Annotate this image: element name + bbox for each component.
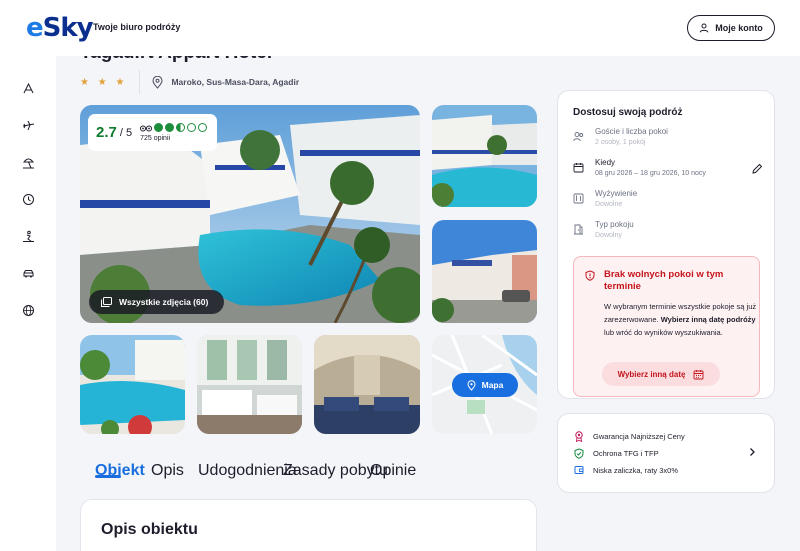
alert-text: W wybranym terminie wszystkie pokoje są …: [604, 302, 757, 337]
guests-rooms-selector[interactable]: Goście i liczba pokoi 2 osoby, 1 pokój: [573, 127, 763, 153]
location-pin-icon: [152, 75, 163, 89]
edit-pencil-icon[interactable]: [751, 163, 763, 175]
esky-logo[interactable]: eSky: [26, 13, 94, 43]
benefit-low-deposit: Niska zaliczka, raty 3x0%: [574, 464, 678, 476]
wallet-icon: [574, 466, 584, 474]
location-pin-icon: [467, 379, 476, 391]
car-icon[interactable]: [20, 265, 36, 281]
dates-selector[interactable]: Kiedy 08 gru 2026 – 18 gru 2026, 10 nocy: [573, 158, 763, 184]
no-availability-alert: Brak wolnych pokoi w tym terminie W wybr…: [573, 256, 760, 397]
calendar-icon: [693, 369, 704, 379]
rating-bubble: [187, 123, 197, 132]
tab-opinie[interactable]: Opinie: [370, 462, 416, 486]
clock-icon[interactable]: [20, 191, 36, 207]
tripadvisor-icon: [140, 125, 153, 131]
shield-check-icon: [574, 447, 584, 459]
hotel-photo-entrance[interactable]: [432, 220, 537, 323]
room-icon: [574, 224, 583, 235]
benefits-card[interactable]: Gwarancja Najniższej Ceny Ochrona TFG i …: [557, 413, 775, 493]
top-header: eSky Twoje biuro podróży Moje konto: [0, 0, 800, 56]
my-account-button[interactable]: Moje konto: [687, 15, 775, 41]
guests-icon: [573, 132, 584, 142]
panel-title: Dostosuj swoją podróż: [573, 107, 683, 118]
tripadvisor-rating: 725 opinii: [140, 123, 208, 142]
tagline: Twoje biuro podróży: [93, 22, 181, 32]
rating-card[interactable]: 2.7 / 5 725 opinii: [88, 114, 217, 151]
user-icon: [699, 23, 709, 33]
room-type-selector[interactable]: Typ pokoju Dowolny: [573, 220, 763, 246]
alert-title: Brak wolnych pokoi w tym terminie: [604, 269, 724, 292]
rating-bubble: [165, 123, 175, 132]
tab-opis[interactable]: Opis: [151, 462, 184, 486]
rating-scale: / 5: [119, 126, 133, 139]
plane-icon[interactable]: [20, 117, 36, 133]
review-count: 725 opinii: [140, 135, 171, 142]
tab-obiekt[interactable]: Obiekt: [95, 462, 145, 486]
hotel-photo-restaurant[interactable]: [197, 335, 302, 434]
hotel-photo-garden-pool[interactable]: [80, 335, 185, 434]
benefit-lowest-price: Gwarancja Najniższej Ceny: [574, 430, 685, 442]
meal-plan-selector[interactable]: Wyżywienie Dowolne: [573, 189, 763, 215]
hotel-location[interactable]: Maroko, Sus-Masa-Dara, Agadir: [140, 75, 299, 89]
description-title: Opis obiektu: [101, 521, 198, 538]
rating-bubble: [154, 123, 164, 132]
map-button[interactable]: Mapa: [452, 373, 518, 397]
star-rating: ★ ★ ★: [80, 70, 141, 94]
hotel-photo-pool[interactable]: [432, 105, 537, 207]
description-card: Opis obiektu: [80, 499, 537, 551]
hotel-meta: ★ ★ ★ Maroko, Sus-Masa-Dara, Agadir: [80, 70, 299, 94]
meal-icon: [573, 193, 584, 204]
shield-alert-icon: [585, 270, 595, 281]
gallery-icon: [101, 297, 112, 307]
beach-icon[interactable]: [20, 154, 36, 170]
benefit-tfg-protection: Ochrona TFG i TFP: [574, 447, 659, 459]
rating-bubble: [198, 123, 208, 132]
side-navigation: [0, 56, 56, 551]
all-photos-button[interactable]: Wszystkie zdjęcia (60): [89, 290, 224, 314]
medal-icon: [575, 430, 583, 442]
tab-udogodnienia[interactable]: Udogodnienia: [198, 462, 297, 486]
rating-score: 2.7: [96, 124, 117, 141]
chevron-right-icon[interactable]: [747, 447, 757, 457]
ski-icon[interactable]: [20, 228, 36, 244]
hotel-photo-room[interactable]: [314, 335, 420, 434]
rating-bubble: [176, 123, 186, 132]
trip-customization-panel: Dostosuj swoją podróż Goście i liczba po…: [557, 90, 775, 399]
calendar-icon: [573, 163, 584, 173]
choose-other-date-button[interactable]: Wybierz inną datę: [602, 362, 720, 386]
globe-icon[interactable]: [20, 302, 36, 318]
active-tab-indicator: [95, 475, 121, 478]
hotel-icon[interactable]: [20, 80, 36, 96]
